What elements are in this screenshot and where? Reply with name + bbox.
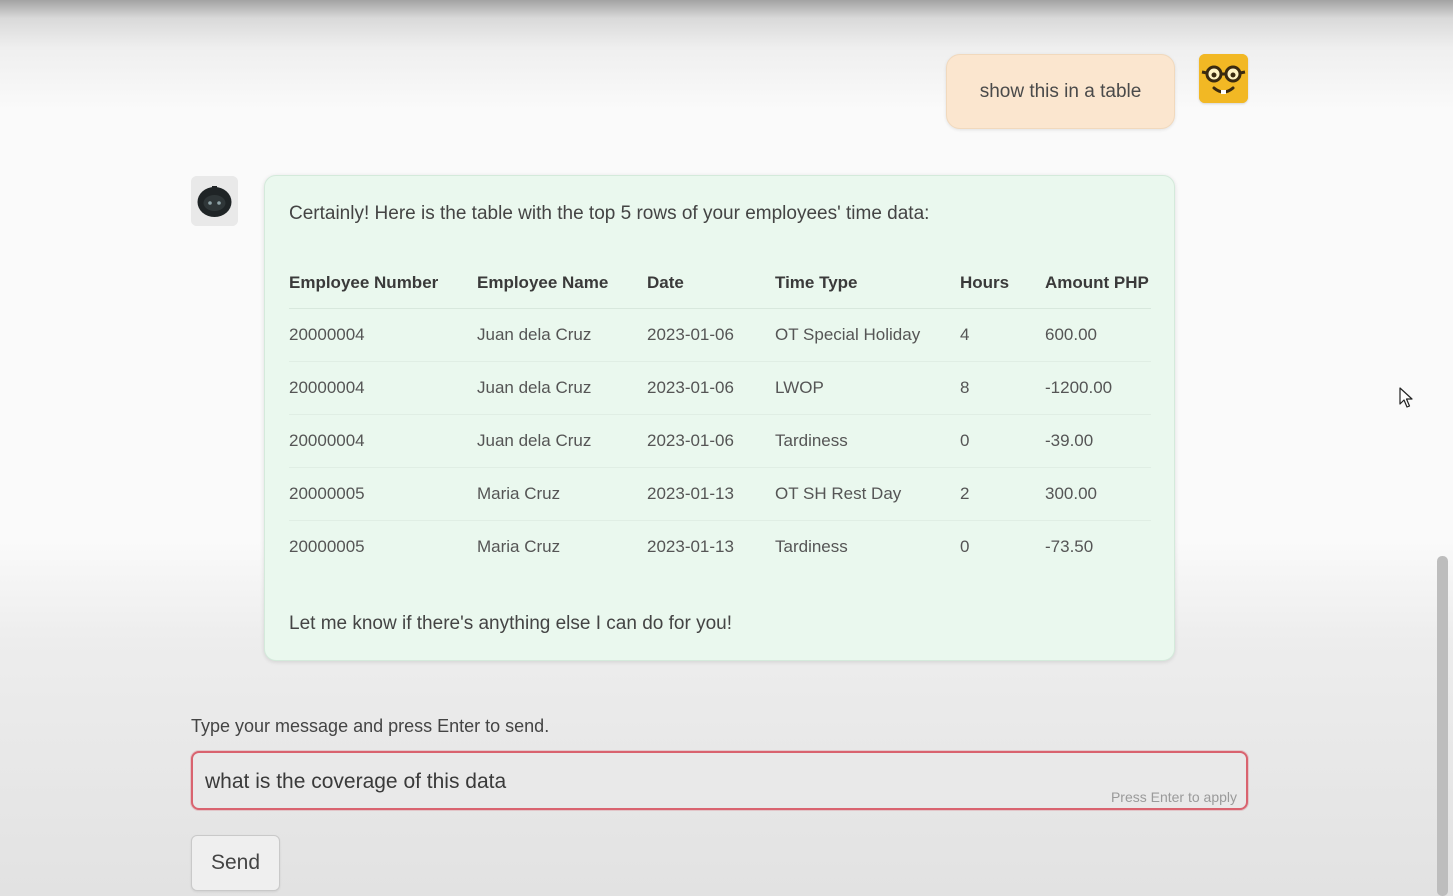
table-row: 20000005 Maria Cruz 2023-01-13 Tardiness…	[289, 521, 1151, 574]
table-cell: OT SH Rest Day	[775, 467, 960, 521]
column-header: Hours	[960, 258, 1045, 309]
table-cell: 2023-01-13	[647, 537, 734, 556]
table-cell: 2	[960, 467, 1045, 521]
mouse-pointer-icon	[1399, 387, 1413, 409]
table-cell: 20000004	[289, 414, 477, 468]
robot-icon	[191, 176, 238, 226]
table-cell: OT Special Holiday	[775, 308, 960, 362]
user-message-text: show this in a table	[979, 80, 1142, 102]
table-header-row: Employee Number Employee Name Date Time …	[289, 258, 1151, 309]
table-cell: Juan dela Cruz	[477, 308, 647, 362]
table-cell: -1200.00	[1045, 361, 1151, 415]
column-header: Date	[647, 258, 775, 309]
table-row: 20000005 Maria Cruz 2023-01-13 OT SH Res…	[289, 467, 1151, 521]
message-input-value[interactable]: what is the coverage of this data	[205, 770, 506, 794]
table-cell: Tardiness	[775, 414, 960, 468]
table-cell: Maria Cruz	[477, 467, 647, 521]
table-cell: Juan dela Cruz	[477, 361, 647, 415]
table-cell: Juan dela Cruz	[477, 414, 647, 468]
table-cell: Tardiness	[775, 537, 848, 556]
table-cell: 0	[960, 537, 970, 556]
table-cell: 20000005	[289, 467, 477, 521]
nerd-face-icon	[1199, 54, 1248, 103]
table-cell: -73.50	[1045, 537, 1094, 556]
bot-message-intro: Certainly! Here is the table with the to…	[289, 203, 930, 224]
table-row: 20000004 Juan dela Cruz 2023-01-06 OT Sp…	[289, 308, 1151, 362]
input-hint: Press Enter to apply	[1110, 789, 1237, 805]
user-avatar	[1199, 54, 1248, 103]
table-cell: 600.00	[1045, 308, 1151, 362]
table-cell: 20000004	[289, 308, 477, 362]
employee-time-table: Employee Number Employee Name Date Time …	[289, 258, 1151, 573]
table-cell: 2023-01-06	[647, 308, 775, 362]
table-cell: 8	[960, 361, 1045, 415]
table-row: 20000004 Juan dela Cruz 2023-01-06 Tardi…	[289, 414, 1151, 468]
scrollbar-thumb[interactable]	[1437, 556, 1448, 896]
column-header: Amount PHP	[1045, 258, 1151, 309]
table-cell: 2023-01-13	[647, 467, 775, 521]
table-cell: -39.00	[1045, 414, 1151, 468]
table-cell: LWOP	[775, 361, 960, 415]
user-message-bubble: show this in a table	[946, 54, 1175, 129]
table-cell: 4	[960, 308, 1045, 362]
table-cell: 2023-01-06	[647, 361, 775, 415]
table-cell: 2023-01-06	[647, 414, 775, 468]
table-cell: Maria Cruz	[477, 537, 561, 556]
bot-message-outro: Let me know if there's anything else I c…	[289, 613, 732, 634]
table-row: 20000004 Juan dela Cruz 2023-01-06 LWOP …	[289, 361, 1151, 415]
bot-message-bubble: Certainly! Here is the table with the to…	[264, 175, 1175, 661]
column-header: Employee Name	[477, 258, 647, 309]
table-cell: 20000005	[289, 537, 365, 556]
table-cell: 300.00	[1045, 467, 1151, 521]
table-cell: 20000004	[289, 361, 477, 415]
table-cell: 0	[960, 414, 1045, 468]
column-header: Employee Number	[289, 258, 477, 309]
column-header: Time Type	[775, 258, 960, 309]
send-button[interactable]: Send	[191, 835, 280, 891]
message-input[interactable]: what is the coverage of this data Press …	[191, 751, 1248, 810]
bot-avatar	[191, 176, 238, 226]
message-input-label: Type your message and press Enter to sen…	[191, 716, 550, 736]
